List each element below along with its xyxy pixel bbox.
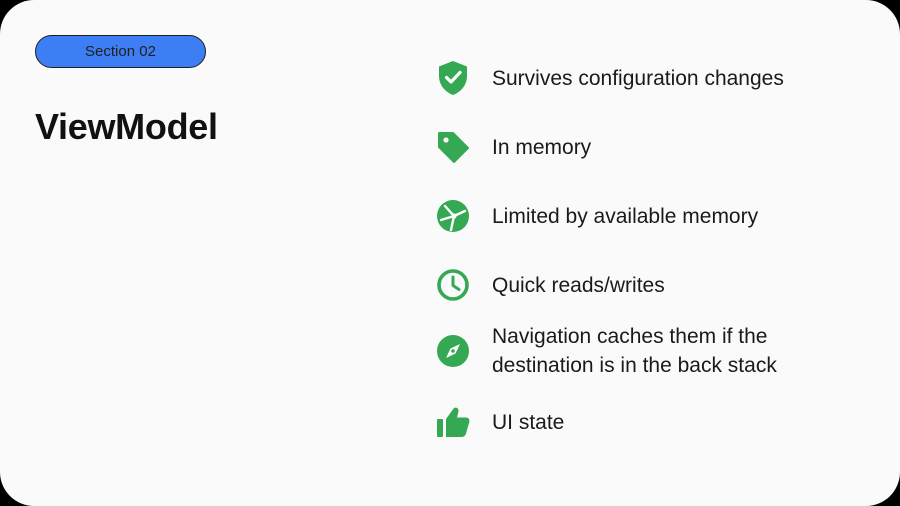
feature-item-in-memory: In memory — [432, 126, 872, 168]
feature-item-quick-reads: Quick reads/writes — [432, 264, 872, 306]
clock-icon — [432, 264, 474, 306]
section-badge-label: Section 02 — [85, 43, 156, 60]
feature-label: UI state — [492, 410, 565, 434]
thumbs-up-icon — [432, 401, 474, 443]
feature-item-survives-config: Survives configuration changes — [432, 57, 872, 99]
feature-label: Quick reads/writes — [492, 273, 665, 297]
feature-label: Survives configuration changes — [492, 66, 784, 90]
shield-check-icon — [432, 57, 474, 99]
feature-item-limited-memory: Limited by available memory — [432, 195, 872, 237]
section-badge: Section 02 — [35, 35, 206, 68]
feature-label: In memory — [492, 135, 592, 159]
compass-icon — [432, 330, 474, 372]
feature-item-navigation-caches: Navigation caches them if the destinatio… — [432, 322, 872, 380]
slide: Section 02 ViewModel Survives configurat… — [0, 0, 900, 506]
slide-title: ViewModel — [35, 106, 218, 147]
tag-icon — [432, 126, 474, 168]
feature-label: Navigation caches them if the destinatio… — [492, 325, 777, 377]
feature-label: Limited by available memory — [492, 204, 759, 228]
feature-item-ui-state: UI state — [432, 401, 872, 443]
memory-chip-icon — [432, 195, 474, 237]
